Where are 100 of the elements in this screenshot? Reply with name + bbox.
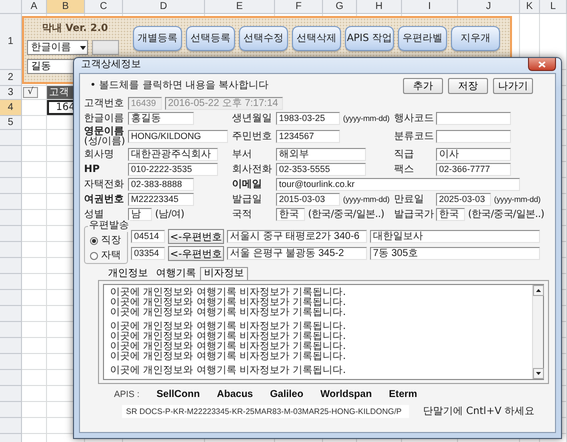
- text-field[interactable]: 2015-03-03: [276, 193, 340, 206]
- text-field[interactable]: 010-2222-3535: [128, 163, 218, 176]
- sheet-cell[interactable]: [22, 130, 47, 146]
- column-header[interactable]: J: [458, 0, 520, 14]
- check-cell[interactable]: √: [23, 87, 38, 98]
- sheet-cell[interactable]: [22, 210, 47, 226]
- dialog-button[interactable]: 나가기: [493, 78, 533, 94]
- sheet-cell[interactable]: [22, 386, 47, 402]
- sheet-cell[interactable]: [22, 162, 47, 178]
- toolbar-button[interactable]: 선택등록: [186, 26, 235, 51]
- field-label[interactable]: 이메일: [232, 179, 276, 190]
- row-header[interactable]: [0, 274, 22, 290]
- text-field[interactable]: 02-383-8888: [128, 178, 194, 191]
- row-header[interactable]: 4: [0, 100, 22, 116]
- apis-link[interactable]: Galileo: [270, 387, 304, 402]
- tab[interactable]: 여행기록: [152, 267, 200, 280]
- text-field[interactable]: 한국: [276, 208, 305, 221]
- apis-link[interactable]: SellConn: [156, 387, 200, 402]
- name-dropdown[interactable]: 한글이름: [27, 40, 88, 55]
- column-header[interactable]: B: [47, 0, 85, 14]
- sheet-cell[interactable]: [22, 322, 47, 338]
- text-field[interactable]: 02-366-7777: [436, 163, 511, 176]
- postal-code-button[interactable]: <-우편번호: [168, 246, 224, 261]
- postal-code-button[interactable]: <-우편번호: [168, 229, 224, 244]
- text-field[interactable]: 한국: [436, 208, 465, 221]
- sheet-cell[interactable]: [22, 226, 47, 242]
- column-header[interactable]: K: [520, 0, 540, 14]
- dialog-button[interactable]: 추가: [403, 78, 443, 94]
- sheet-cell[interactable]: [22, 402, 47, 418]
- text-field[interactable]: 홍길동: [128, 112, 194, 125]
- field-label[interactable]: 영문이름: [84, 126, 128, 137]
- column-header[interactable]: D: [123, 0, 205, 14]
- text-field[interactable]: 2025-03-03: [436, 193, 491, 206]
- row-header[interactable]: [0, 370, 22, 386]
- row-header[interactable]: [0, 290, 22, 306]
- scrollbar[interactable]: [532, 285, 543, 379]
- text-field[interactable]: 1983-03-25: [276, 112, 340, 125]
- column-header[interactable]: G: [323, 0, 357, 14]
- address-field[interactable]: 서울 은평구 불광동 345-2: [227, 247, 367, 260]
- select-all-corner[interactable]: [0, 0, 22, 14]
- apis-link[interactable]: Worldspan: [320, 387, 372, 402]
- row-header[interactable]: [0, 146, 22, 162]
- row-header[interactable]: [0, 210, 22, 226]
- row-header[interactable]: [0, 402, 22, 418]
- row-header[interactable]: [0, 226, 22, 242]
- row-header[interactable]: [0, 258, 22, 274]
- sheet-cell[interactable]: [22, 146, 47, 162]
- row-header[interactable]: [0, 194, 22, 210]
- column-header[interactable]: L: [540, 0, 567, 14]
- sheet-cell[interactable]: [22, 338, 47, 354]
- text-field[interactable]: 대한관광주식회사: [128, 148, 218, 161]
- field-label[interactable]: HP: [84, 164, 128, 175]
- sheet-cell[interactable]: [22, 242, 47, 258]
- radio-label[interactable]: 직장: [101, 233, 121, 248]
- row-header[interactable]: 3: [0, 86, 22, 100]
- text-field[interactable]: 1234567: [276, 130, 340, 143]
- row-header[interactable]: [0, 354, 22, 370]
- column-header[interactable]: A: [22, 0, 47, 14]
- sheet-cell[interactable]: [22, 116, 47, 130]
- sheet-cell[interactable]: [22, 290, 47, 306]
- docs-field[interactable]: SR DOCS-P-KR-M22223345-KR-25MAR83-M-03MAR25-HONG-KILDONG/P: [122, 405, 409, 418]
- row-header[interactable]: 2: [0, 70, 22, 86]
- text-field[interactable]: HONG/KILDONG: [128, 130, 228, 143]
- sheet-cell[interactable]: [22, 100, 47, 116]
- dialog-button[interactable]: 저장: [448, 78, 488, 94]
- row-header[interactable]: [0, 418, 22, 434]
- sheet-cell[interactable]: [22, 370, 47, 386]
- radio-label[interactable]: 자택: [101, 248, 121, 263]
- text-field[interactable]: 02-353-5555: [276, 163, 366, 176]
- column-header[interactable]: H: [357, 0, 402, 14]
- tab[interactable]: 개인정보: [104, 267, 152, 280]
- apis-link[interactable]: Eterm: [388, 387, 418, 402]
- text-field[interactable]: 남: [128, 208, 152, 221]
- address-field[interactable]: 서울시 중구 태평로2가 340-6: [227, 230, 367, 243]
- row-header[interactable]: 5: [0, 116, 22, 130]
- sheet-cell[interactable]: [22, 258, 47, 274]
- address-detail-field[interactable]: 대한일보사: [370, 230, 540, 243]
- field-label[interactable]: 여권번호: [84, 194, 128, 205]
- text-field[interactable]: 해외부: [276, 148, 366, 161]
- close-button[interactable]: [528, 58, 556, 71]
- sheet-cell[interactable]: [22, 418, 47, 434]
- tab[interactable]: 비자정보: [200, 267, 248, 280]
- row-header[interactable]: [0, 338, 22, 354]
- toolbar-button[interactable]: APIS 작업: [345, 26, 394, 51]
- apis-link[interactable]: Abacus: [216, 387, 253, 402]
- row-header[interactable]: [0, 178, 22, 194]
- row-header[interactable]: [0, 242, 22, 258]
- postal-code-field[interactable]: 04514: [131, 230, 165, 243]
- column-header[interactable]: I: [402, 0, 458, 14]
- radio-button[interactable]: [90, 252, 98, 260]
- radio-button[interactable]: [90, 236, 98, 244]
- address-detail-field[interactable]: 7동 305호: [370, 247, 540, 260]
- row-header[interactable]: [0, 130, 22, 146]
- row-header[interactable]: [0, 386, 22, 402]
- postal-code-field[interactable]: 03354: [131, 247, 165, 260]
- sheet-cell[interactable]: [22, 194, 47, 210]
- text-field[interactable]: [436, 130, 511, 143]
- search-button[interactable]: [92, 40, 119, 55]
- row-header[interactable]: 1: [0, 14, 22, 70]
- sheet-cell[interactable]: [22, 178, 47, 194]
